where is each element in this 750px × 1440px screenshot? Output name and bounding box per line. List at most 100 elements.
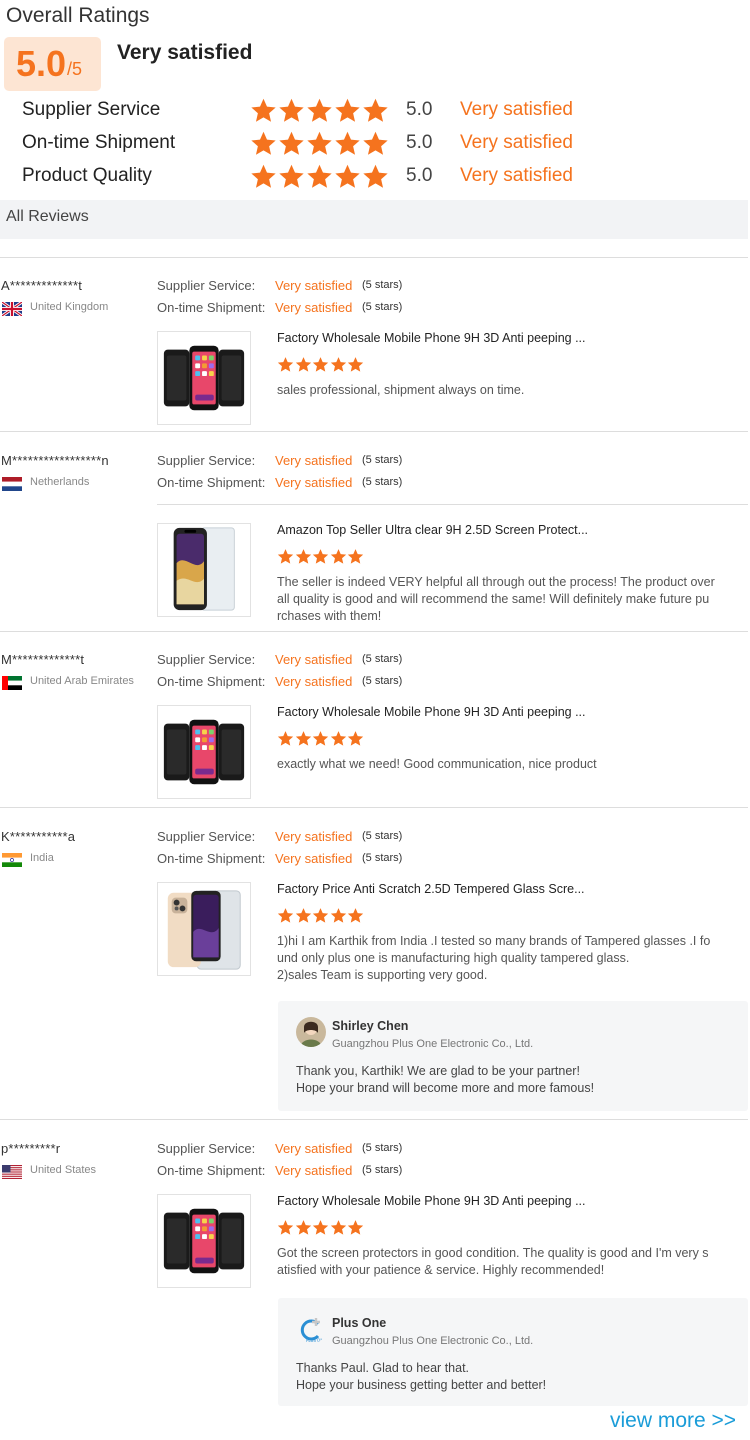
star-icon	[312, 730, 329, 747]
star-icon	[362, 130, 389, 157]
star-icon	[312, 548, 329, 565]
supplier-service-value: Very satisfied	[275, 652, 353, 667]
star-icon	[295, 548, 312, 565]
category-row-supplier-service: Supplier Service 5.0 Very satisfied	[22, 99, 622, 125]
star-icon	[347, 730, 364, 747]
ontime-shipment-value: Very satisfied	[275, 475, 353, 490]
category-score: 5.0	[406, 99, 433, 120]
category-score: 5.0	[406, 132, 433, 153]
star-icon	[278, 163, 305, 190]
view-more-link[interactable]: view more >>	[610, 1409, 736, 1433]
reply-text: Thanks Paul. Glad to hear that. Hope you…	[296, 1361, 547, 1392]
divider	[0, 631, 748, 632]
reviewer-country: India	[30, 852, 54, 864]
product-title[interactable]: Factory Wholesale Mobile Phone 9H 3D Ant…	[277, 1194, 586, 1208]
reviewer-name: M*************t	[1, 652, 85, 667]
supplier-service-label: Supplier Service:	[157, 829, 256, 844]
reviewer-name: A*************t	[1, 278, 83, 293]
star-icon	[334, 97, 361, 124]
star-icon	[295, 356, 312, 373]
supplier-service-label: Supplier Service:	[157, 453, 256, 468]
star-rating	[250, 163, 390, 190]
divider	[0, 431, 748, 432]
ontime-shipment-value: Very satisfied	[275, 1163, 353, 1178]
supplier-service-value: Very satisfied	[275, 278, 353, 293]
star-icon	[295, 730, 312, 747]
star-icon	[334, 130, 361, 157]
product-title[interactable]: Factory Wholesale Mobile Phone 9H 3D Ant…	[277, 705, 586, 719]
product-image[interactable]	[157, 331, 251, 425]
reviewer-name: K***********a	[1, 829, 76, 844]
star-icon	[277, 1219, 294, 1236]
star-rating	[277, 907, 365, 924]
category-score: 5.0	[406, 165, 433, 186]
product-image[interactable]	[157, 705, 251, 799]
star-icon	[306, 130, 333, 157]
supplier-service-value: Very satisfied	[275, 829, 353, 844]
supplier-service-label: Supplier Service:	[157, 652, 256, 667]
ontime-shipment-label: On-time Shipment:	[157, 674, 266, 689]
category-label: On-time Shipment	[22, 132, 176, 153]
reviewer-country: United Arab Emirates	[30, 675, 134, 687]
plus-one-logo-icon	[296, 1314, 326, 1344]
divider	[0, 807, 748, 808]
product-title[interactable]: Factory Price Anti Scratch 2.5D Tempered…	[277, 882, 585, 896]
category-level: Very satisfied	[460, 99, 573, 120]
category-level: Very satisfied	[460, 165, 573, 186]
ontime-shipment-value: Very satisfied	[275, 851, 353, 866]
category-label: Product Quality	[22, 165, 152, 186]
supplier-service-value: Very satisfied	[275, 1141, 353, 1156]
product-image[interactable]	[157, 523, 251, 617]
star-rating	[277, 548, 365, 565]
reviewer-country: Netherlands	[30, 476, 90, 488]
ontime-shipment-stars: (5 stars)	[362, 675, 403, 687]
star-icon	[250, 163, 277, 190]
overall-score: 5.0	[16, 43, 67, 84]
star-rating	[277, 356, 365, 373]
star-icon	[250, 97, 277, 124]
supplier-reply: Plus One Guangzhou Plus One Electronic C…	[278, 1298, 748, 1406]
divider	[157, 504, 748, 505]
netherlands-flag-icon	[2, 477, 22, 491]
supplier-service-stars: (5 stars)	[362, 830, 403, 842]
star-icon	[330, 356, 347, 373]
ontime-shipment-value: Very satisfied	[275, 300, 353, 315]
star-icon	[347, 907, 364, 924]
product-title[interactable]: Factory Wholesale Mobile Phone 9H 3D Ant…	[277, 331, 586, 345]
reply-author-name: Plus One	[332, 1316, 387, 1330]
product-image[interactable]	[157, 1194, 251, 1288]
star-icon	[347, 548, 364, 565]
supplier-service-label: Supplier Service:	[157, 278, 256, 293]
reply-text: Thank you, Karthik! We are glad to be yo…	[296, 1064, 595, 1095]
star-icon	[312, 1219, 329, 1236]
supplier-service-stars: (5 stars)	[362, 279, 403, 291]
star-icon	[295, 907, 312, 924]
uk-flag-icon	[2, 302, 22, 316]
star-icon	[362, 163, 389, 190]
star-icon	[277, 907, 294, 924]
star-icon	[295, 1219, 312, 1236]
ontime-shipment-stars: (5 stars)	[362, 476, 403, 488]
product-image[interactable]	[157, 882, 251, 976]
star-rating	[250, 130, 390, 157]
ontime-shipment-stars: (5 stars)	[362, 301, 403, 313]
star-icon	[306, 163, 333, 190]
all-reviews-label: All Reviews	[6, 208, 89, 225]
reviewer-country: United Kingdom	[30, 301, 109, 313]
reply-company: Guangzhou Plus One Electronic Co., Ltd.	[332, 1335, 534, 1347]
reply-company: Guangzhou Plus One Electronic Co., Ltd.	[332, 1038, 534, 1050]
star-icon	[330, 907, 347, 924]
supplier-service-stars: (5 stars)	[362, 454, 403, 466]
usa-flag-icon	[2, 1165, 22, 1179]
ontime-shipment-label: On-time Shipment:	[157, 851, 266, 866]
uae-flag-icon	[2, 676, 22, 690]
reviewer-name: p*********r	[1, 1141, 61, 1156]
star-icon	[330, 1219, 347, 1236]
star-icon	[250, 130, 277, 157]
ontime-shipment-value: Very satisfied	[275, 674, 353, 689]
product-title[interactable]: Amazon Top Seller Ultra clear 9H 2.5D Sc…	[277, 523, 588, 537]
category-row-product-quality: Product Quality 5.0 Very satisfied	[22, 165, 622, 191]
overall-level: Very satisfied	[117, 41, 253, 64]
reviewer-name: M*****************n	[1, 453, 109, 468]
star-icon	[278, 97, 305, 124]
